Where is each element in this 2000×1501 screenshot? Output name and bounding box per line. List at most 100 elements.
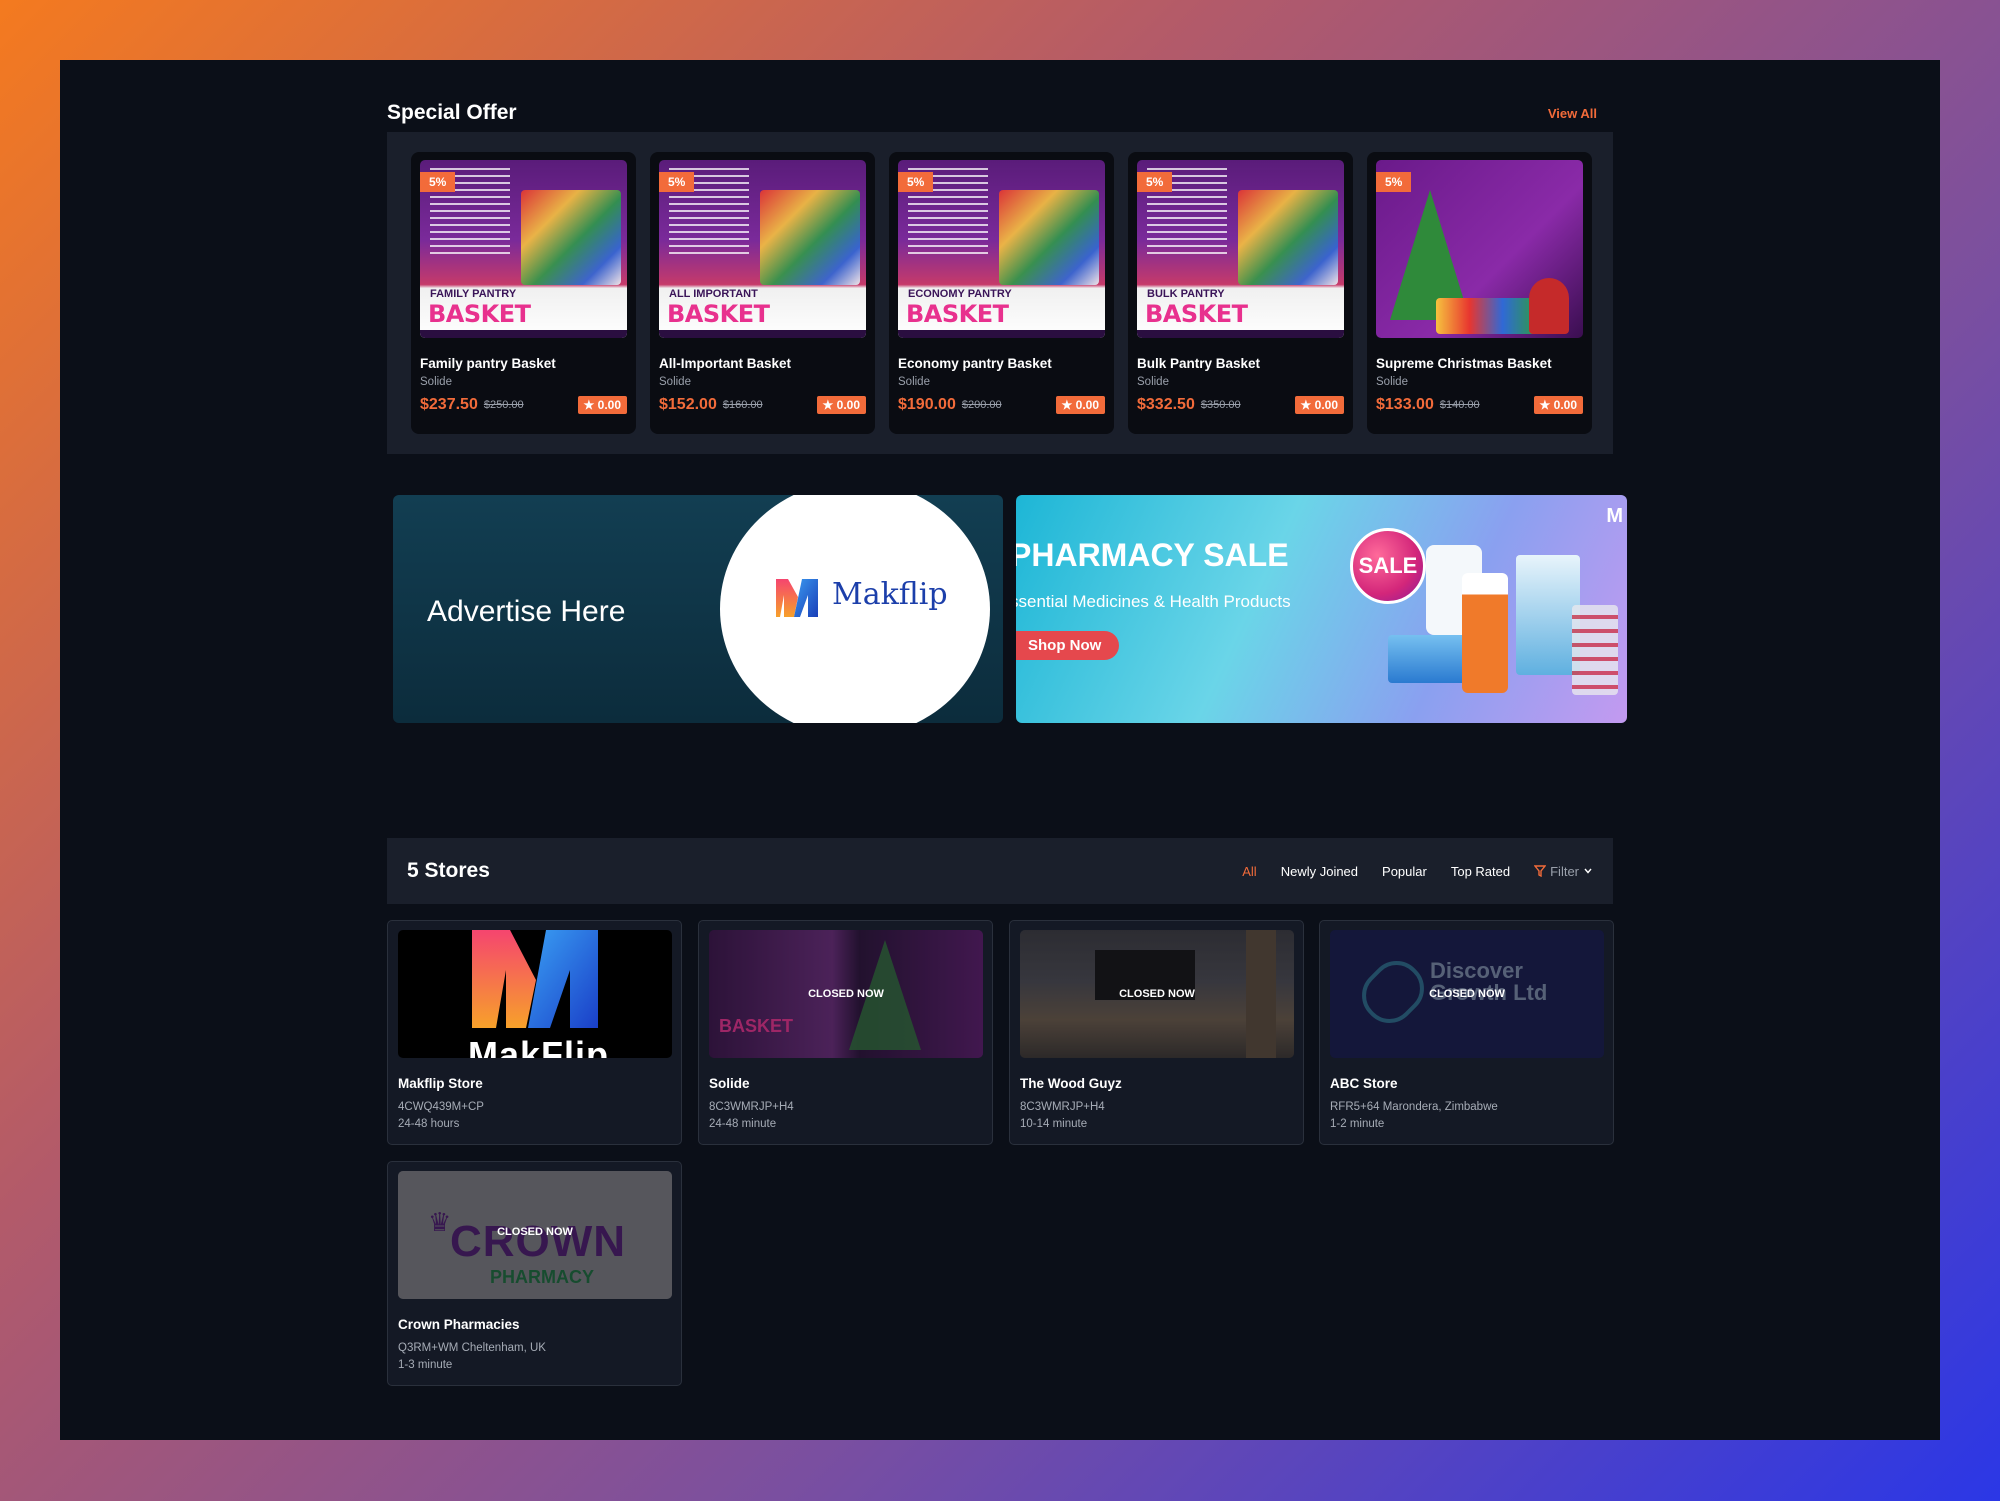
stores-header: 5 Stores All Newly Joined Popular Top Ra… <box>387 838 1613 904</box>
store-filter-tabs: All Newly Joined Popular Top Rated Filte… <box>1242 864 1593 879</box>
store-name[interactable]: Makflip Store <box>398 1076 671 1091</box>
product-image-subtitle: BULK PANTRY <box>1147 288 1225 300</box>
product-image: FAMILY PANTRY BASKET 5% <box>420 160 627 338</box>
product-price: $152.00 <box>659 396 717 413</box>
store-image-text: MakFlip <box>468 1034 610 1058</box>
pill-blister-illustration <box>1572 605 1618 695</box>
product-image-title: BASKET <box>428 300 531 328</box>
app-window: Special Offer View All FAMILY PANTRY BAS… <box>60 60 1940 1440</box>
product-old-price: $160.00 <box>722 399 763 411</box>
shop-now-button[interactable]: Shop Now <box>1016 631 1120 660</box>
tab-newly-joined[interactable]: Newly Joined <box>1281 864 1358 879</box>
tab-top-rated[interactable]: Top Rated <box>1451 864 1510 879</box>
discount-badge: 5% <box>898 172 934 192</box>
product-image: BULK PANTRY BASKET 5% <box>1137 160 1344 338</box>
store-card[interactable]: ♛ CROWN PHARMACY CLOSED NOW Crown Pharma… <box>387 1161 682 1386</box>
pill-bottle-illustration <box>1462 573 1508 693</box>
product-image-title: BASKET <box>1145 300 1248 328</box>
product-image: ALL IMPORTANT BASKET 5% <box>659 160 866 338</box>
store-name[interactable]: Solide <box>709 1076 982 1091</box>
store-address: 4CWQ439M+CP <box>398 1101 484 1113</box>
rating-badge: ★ 0.00 <box>577 396 627 414</box>
product-image-title: BASKET <box>667 300 770 328</box>
product-price: $237.50 <box>420 396 478 413</box>
product-card[interactable]: 5% Supreme Christmas Basket Solide $133.… <box>1367 152 1592 434</box>
store-delivery-time: 1-2 minute <box>1330 1118 1385 1130</box>
chevron-down-icon <box>1584 868 1592 874</box>
store-delivery-time: 24-48 minute <box>709 1118 777 1130</box>
closed-now-overlay: CLOSED NOW <box>398 1171 672 1299</box>
pharmacy-sale-banner[interactable]: PHARMACY SALE ssential Medicines & Healt… <box>1016 495 1627 723</box>
product-store: Solide <box>659 376 691 388</box>
product-name[interactable]: Supreme Christmas Basket <box>1376 356 1583 371</box>
pharmacy-sale-title: PHARMACY SALE <box>1016 537 1289 573</box>
rating-badge: ★ 0.00 <box>1533 396 1583 414</box>
product-old-price: $140.00 <box>1439 399 1480 411</box>
product-image-footer <box>659 330 866 338</box>
store-image: CLOSED NOW <box>1020 930 1294 1058</box>
product-image-goods <box>1436 298 1536 334</box>
product-name[interactable]: Family pantry Basket <box>420 356 627 371</box>
product-image-footer <box>898 330 1105 338</box>
product-store: Solide <box>1376 376 1408 388</box>
store-delivery-time: 1-3 minute <box>398 1359 453 1371</box>
product-store: Solide <box>420 376 452 388</box>
product-card[interactable]: FAMILY PANTRY BASKET 5% Family pantry Ba… <box>411 152 636 434</box>
pharmacy-sale-subtitle: ssential Medicines & Health Products <box>1016 592 1291 611</box>
store-image: BASKET CLOSED NOW <box>709 930 983 1058</box>
product-card[interactable]: ECONOMY PANTRY BASKET 5% Economy pantry … <box>889 152 1114 434</box>
product-old-price: $250.00 <box>483 399 524 411</box>
store-name[interactable]: The Wood Guyz <box>1020 1076 1293 1091</box>
closed-now-overlay: CLOSED NOW <box>709 930 983 1058</box>
store-card[interactable]: Discover Growth Ltd CLOSED NOW ABC Store… <box>1319 920 1614 1145</box>
product-store: Solide <box>898 376 930 388</box>
product-card[interactable]: ALL IMPORTANT BASKET 5% All-Important Ba… <box>650 152 875 434</box>
stores-count-title: 5 Stores <box>407 859 490 882</box>
makflip-logo-text: Makflip <box>832 577 948 612</box>
store-name[interactable]: ABC Store <box>1330 1076 1603 1091</box>
store-address: 8C3WMRJP+H4 <box>1020 1101 1105 1113</box>
product-image-footer <box>1137 330 1344 338</box>
rating-badge: ★ 0.00 <box>816 396 866 414</box>
product-image: 5% <box>1376 160 1583 338</box>
tab-all[interactable]: All <box>1242 864 1256 879</box>
product-price-row: $152.00 $160.00 ★ 0.00 <box>659 396 866 414</box>
product-name[interactable]: Bulk Pantry Basket <box>1137 356 1344 371</box>
product-image-goods <box>1238 190 1338 285</box>
product-name[interactable]: Economy pantry Basket <box>898 356 1105 371</box>
product-image-footer <box>420 330 627 338</box>
store-card[interactable]: MakFlip Makflip Store 4CWQ439M+CP 24-48 … <box>387 920 682 1145</box>
sale-badge: SALE <box>1350 528 1426 604</box>
tab-popular[interactable]: Popular <box>1382 864 1427 879</box>
product-image-subtitle: ECONOMY PANTRY <box>908 288 1012 300</box>
store-name[interactable]: Crown Pharmacies <box>398 1317 671 1332</box>
product-image-goods <box>760 190 860 285</box>
store-address: 8C3WMRJP+H4 <box>709 1101 794 1113</box>
store-card[interactable]: CLOSED NOW The Wood Guyz 8C3WMRJP+H4 10-… <box>1009 920 1304 1145</box>
product-price-row: $190.00 $200.00 ★ 0.00 <box>898 396 1105 414</box>
product-list: FAMILY PANTRY BASKET 5% Family pantry Ba… <box>411 152 1592 434</box>
advertise-text: Advertise Here <box>427 595 626 628</box>
product-card[interactable]: BULK PANTRY BASKET 5% Bulk Pantry Basket… <box>1128 152 1353 434</box>
rating-badge: ★ 0.00 <box>1294 396 1344 414</box>
store-image: ♛ CROWN PHARMACY CLOSED NOW <box>398 1171 672 1299</box>
advertise-banner[interactable]: Advertise Here Makflip <box>393 495 1003 723</box>
special-offer-title: Special Offer <box>387 101 517 124</box>
product-name[interactable]: All-Important Basket <box>659 356 866 371</box>
product-price: $133.00 <box>1376 396 1434 413</box>
closed-now-overlay: CLOSED NOW <box>1020 930 1294 1058</box>
store-address: Q3RM+WM Cheltenham, UK <box>398 1342 546 1354</box>
filter-dropdown[interactable]: Filter <box>1534 864 1593 879</box>
rating-badge: ★ 0.00 <box>1055 396 1105 414</box>
view-all-link[interactable]: View All <box>1548 106 1613 121</box>
special-offer-panel: FAMILY PANTRY BASKET 5% Family pantry Ba… <box>387 132 1613 454</box>
special-offer-header: Special Offer View All <box>387 88 1613 138</box>
discount-badge: 5% <box>1376 172 1412 192</box>
product-price-row: $332.50 $350.00 ★ 0.00 <box>1137 396 1344 414</box>
santa-figure <box>1529 278 1569 334</box>
product-price: $332.50 <box>1137 396 1195 413</box>
product-image-goods <box>521 190 621 285</box>
product-old-price: $200.00 <box>961 399 1002 411</box>
store-card[interactable]: BASKET CLOSED NOW Solide 8C3WMRJP+H4 24-… <box>698 920 993 1145</box>
makflip-logo-icon <box>776 579 818 617</box>
